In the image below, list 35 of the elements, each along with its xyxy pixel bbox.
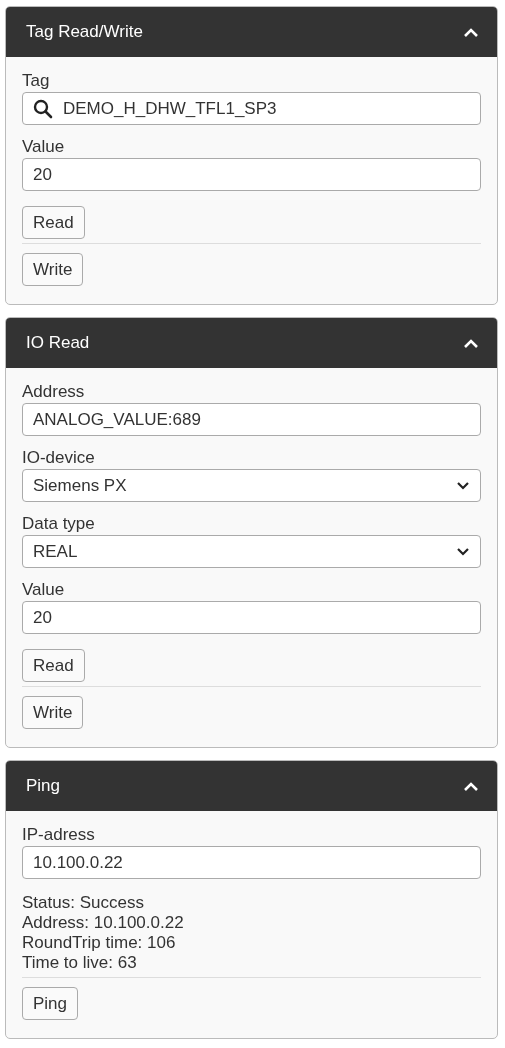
input-field[interactable]: 20	[22, 158, 481, 191]
chevron-down-icon	[456, 480, 470, 491]
field-label: IP-adress	[22, 824, 95, 846]
panel-title: IO Read	[26, 333, 90, 353]
input-field[interactable]: 10.100.0.22	[22, 846, 481, 879]
dropdown[interactable]: Siemens PX	[22, 469, 481, 502]
field-label: Value	[22, 136, 65, 158]
status-line: RoundTrip time: 106	[22, 933, 176, 953]
field-label: Value	[22, 579, 65, 601]
panel-header[interactable]: Ping	[6, 761, 497, 811]
panel-header[interactable]: Tag Read/Write	[6, 7, 497, 57]
field-label: IO-device	[22, 447, 95, 469]
action-button[interactable]: Ping	[22, 987, 79, 1020]
chevron-up-icon[interactable]	[463, 26, 479, 38]
action-button[interactable]: Write	[22, 253, 84, 286]
search-icon	[33, 98, 53, 119]
status-line: Status: Success	[22, 893, 144, 913]
input-field[interactable]: ANALOG_VALUE:689	[22, 403, 481, 436]
input-field[interactable]: 20	[22, 601, 481, 634]
action-button[interactable]: Read	[22, 206, 85, 239]
chevron-down-icon	[456, 546, 470, 557]
panel-header[interactable]: IO Read	[6, 318, 497, 368]
action-button[interactable]: Read	[22, 649, 85, 682]
dropdown[interactable]: REAL	[22, 535, 481, 568]
chevron-up-icon[interactable]	[463, 337, 479, 349]
panel-title: Tag Read/Write	[26, 22, 143, 42]
field-label: Data type	[22, 513, 95, 535]
search-field[interactable]: DEMO_H_DHW_TFL1_SP3	[22, 92, 481, 125]
field-label: Address	[22, 381, 85, 403]
status-line: Address: 10.100.0.22	[22, 913, 184, 933]
chevron-up-icon[interactable]	[463, 780, 479, 792]
panel-title: Ping	[26, 776, 61, 796]
action-button[interactable]: Write	[22, 696, 84, 729]
status-line: Time to live: 63	[22, 953, 137, 973]
field-label: Tag	[22, 70, 50, 92]
